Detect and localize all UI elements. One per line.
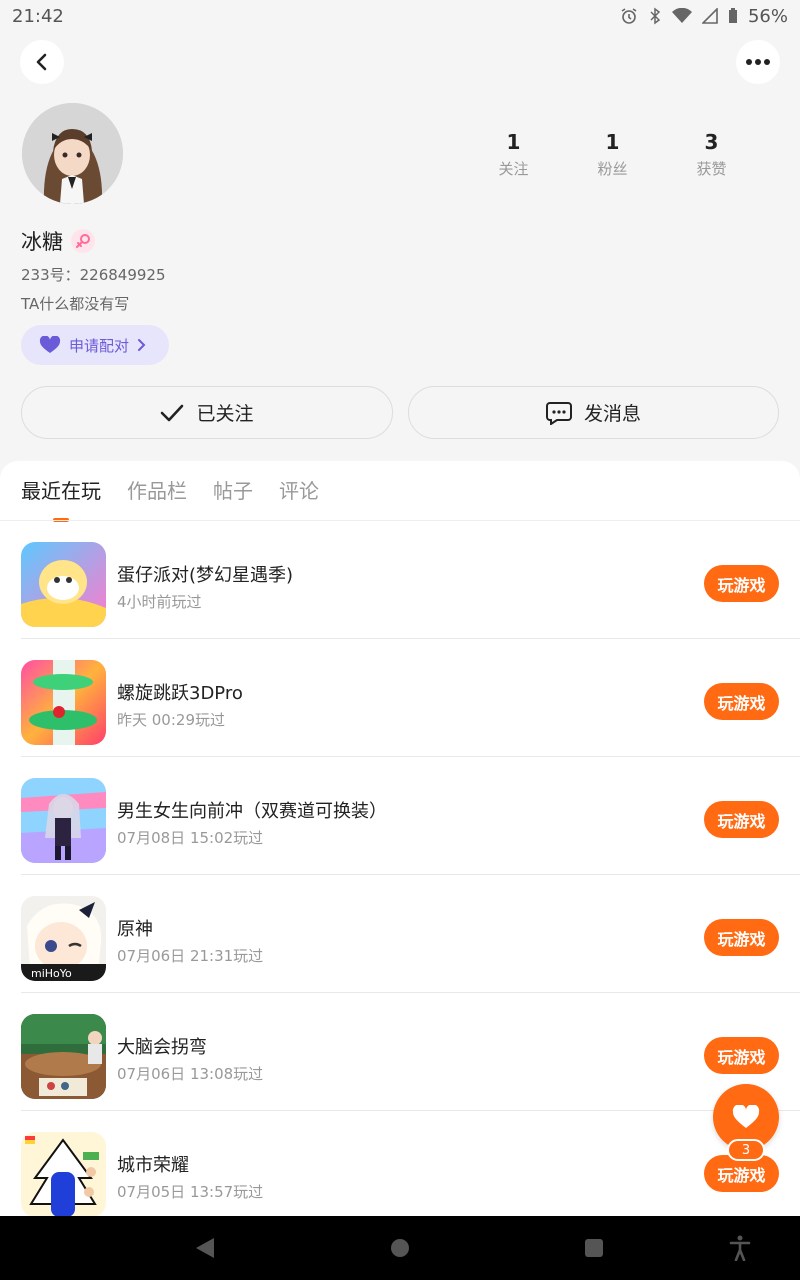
stat-value: 3 bbox=[704, 130, 719, 154]
last-played-time: 07月06日 13:08玩过 bbox=[117, 1065, 264, 1083]
message-label: 发消息 bbox=[583, 403, 641, 425]
following-label: 已关注 bbox=[196, 403, 254, 425]
nav-accessibility-button[interactable] bbox=[726, 1234, 754, 1262]
stat-label: 获赞 bbox=[696, 160, 727, 178]
content-panel: 最近在玩 作品栏 帖子 评论 蛋仔派对(梦幻星遇季) 4小时前玩过 玩游戏 螺旋… bbox=[0, 461, 800, 1221]
stat-likes[interactable]: 3 获赞 bbox=[662, 130, 761, 179]
check-icon bbox=[161, 404, 184, 421]
svg-text:miHoYo: miHoYo bbox=[31, 967, 72, 980]
like-count-badge: 3 bbox=[727, 1139, 765, 1161]
game-list-item[interactable]: 城市荣耀 07月05日 13:57玩过 玩游戏 bbox=[21, 1111, 800, 1229]
accessibility-icon bbox=[729, 1235, 751, 1261]
avatar-image bbox=[22, 103, 123, 204]
battery-percent: 56% bbox=[747, 5, 788, 27]
tab-comments[interactable]: 评论 bbox=[279, 475, 319, 518]
heart-icon bbox=[39, 336, 61, 353]
bluetooth-icon bbox=[650, 7, 661, 25]
triangle-back-icon bbox=[196, 1238, 214, 1258]
last-played-time: 07月08日 15:02玩过 bbox=[117, 829, 264, 847]
wifi-icon bbox=[671, 8, 692, 23]
game-list-item[interactable]: 蛋仔派对(梦幻星遇季) 4小时前玩过 玩游戏 bbox=[21, 521, 800, 639]
system-navigation-bar bbox=[0, 1216, 800, 1280]
more-dots-icon bbox=[746, 59, 770, 65]
pair-button-label: 申请配对 bbox=[69, 336, 130, 355]
status-bar: 21:42 56% bbox=[0, 0, 800, 32]
game-icon-city-glory bbox=[21, 1132, 106, 1217]
game-list-item[interactable]: 大脑会拐弯 07月06日 13:08玩过 玩游戏 bbox=[21, 993, 800, 1111]
play-game-button[interactable]: 玩游戏 bbox=[704, 801, 779, 838]
female-gender-icon bbox=[71, 229, 95, 253]
recent-games-list: 蛋仔派对(梦幻星遇季) 4小时前玩过 玩游戏 螺旋跳跃3DPro 昨天 00:2… bbox=[0, 521, 800, 1229]
game-icon-helix-jump bbox=[21, 660, 106, 745]
more-options-button[interactable] bbox=[736, 40, 780, 84]
nav-back-button[interactable] bbox=[191, 1234, 219, 1262]
game-name: 原神 bbox=[117, 919, 153, 940]
last-played-time: 07月05日 13:57玩过 bbox=[117, 1183, 264, 1201]
last-played-time: 07月06日 21:31玩过 bbox=[117, 947, 264, 965]
game-list-item[interactable]: 螺旋跳跃3DPro 昨天 00:29玩过 玩游戏 bbox=[21, 639, 800, 757]
heart-icon bbox=[732, 1105, 760, 1128]
game-icon-genshin: miHoYo bbox=[21, 896, 106, 981]
game-list-item[interactable]: miHoYo 原神 07月06日 21:31玩过 玩游戏 bbox=[21, 875, 800, 993]
status-time: 21:42 bbox=[12, 5, 64, 27]
tab-recently-played[interactable]: 最近在玩 bbox=[21, 475, 101, 522]
profile-screen: 21:42 56% 1 关注 1 粉丝 3 获赞 冰糖 233号：2268499… bbox=[0, 0, 800, 1280]
stat-value: 1 bbox=[605, 130, 620, 154]
square-recents-icon bbox=[585, 1239, 603, 1257]
game-name: 大脑会拐弯 bbox=[117, 1037, 207, 1058]
back-arrow-icon bbox=[36, 53, 47, 71]
tab-works[interactable]: 作品栏 bbox=[127, 475, 187, 518]
circle-home-icon bbox=[391, 1239, 409, 1257]
game-name: 男生女生向前冲（双赛道可换装） bbox=[117, 801, 387, 822]
stat-following[interactable]: 1 关注 bbox=[464, 130, 563, 179]
game-name: 城市荣耀 bbox=[117, 1155, 189, 1176]
username: 冰糖 bbox=[21, 230, 63, 254]
stat-value: 1 bbox=[506, 130, 521, 154]
profile-stats: 1 关注 1 粉丝 3 获赞 bbox=[464, 130, 761, 179]
game-list-item[interactable]: 男生女生向前冲（双赛道可换装） 07月08日 15:02玩过 玩游戏 bbox=[21, 757, 800, 875]
stat-followers[interactable]: 1 粉丝 bbox=[563, 130, 662, 179]
nav-recents-button[interactable] bbox=[580, 1234, 608, 1262]
chat-bubble-icon bbox=[545, 401, 572, 425]
game-icon-run-forward bbox=[21, 778, 106, 863]
play-game-button[interactable]: 玩游戏 bbox=[704, 1037, 779, 1074]
game-name: 螺旋跳跃3DPro bbox=[117, 683, 243, 704]
tab-posts[interactable]: 帖子 bbox=[213, 475, 253, 518]
game-icon-eggy-party bbox=[21, 542, 106, 627]
play-game-button[interactable]: 玩游戏 bbox=[704, 683, 779, 720]
apply-pairing-button[interactable]: 申请配对 bbox=[21, 325, 169, 365]
cellular-icon bbox=[701, 8, 718, 24]
stat-label: 关注 bbox=[498, 160, 529, 178]
chevron-right-icon bbox=[138, 339, 146, 351]
play-game-button[interactable]: 玩游戏 bbox=[704, 565, 779, 602]
game-icon-brain-turn bbox=[21, 1014, 106, 1099]
last-played-time: 昨天 00:29玩过 bbox=[117, 711, 225, 729]
battery-icon bbox=[728, 8, 737, 23]
play-game-button[interactable]: 玩游戏 bbox=[704, 919, 779, 956]
user-bio: TA什么都没有写 bbox=[21, 295, 130, 313]
alarm-icon bbox=[621, 8, 637, 24]
back-button[interactable] bbox=[20, 40, 64, 84]
following-button[interactable]: 已关注 bbox=[21, 386, 393, 439]
avatar[interactable] bbox=[22, 103, 123, 204]
game-name: 蛋仔派对(梦幻星遇季) bbox=[117, 565, 294, 586]
last-played-time: 4小时前玩过 bbox=[117, 593, 202, 611]
user-id: 233号：226849925 bbox=[21, 266, 166, 284]
stat-label: 粉丝 bbox=[597, 160, 628, 178]
send-message-button[interactable]: 发消息 bbox=[408, 386, 779, 439]
profile-tabs: 最近在玩 作品栏 帖子 评论 bbox=[21, 475, 319, 522]
nav-home-button[interactable] bbox=[386, 1234, 414, 1262]
